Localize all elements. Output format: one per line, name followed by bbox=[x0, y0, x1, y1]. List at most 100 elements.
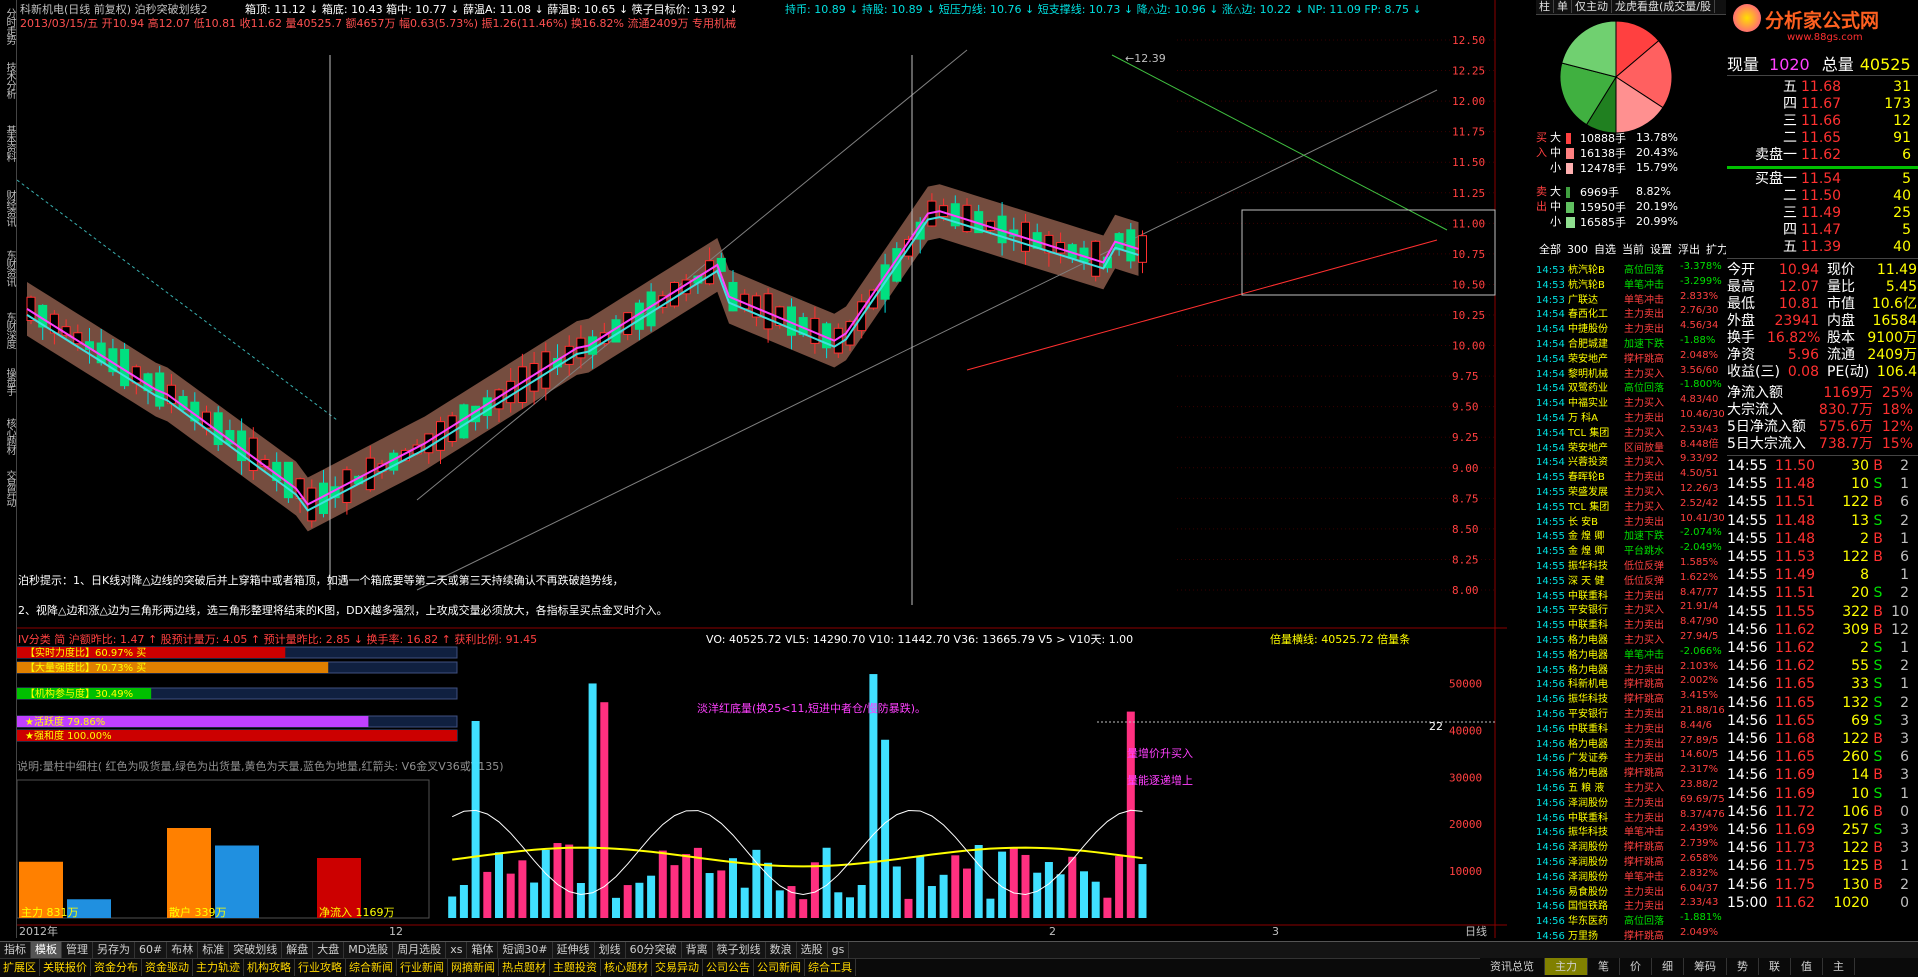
panel-tab[interactable]: 筹码 bbox=[1684, 958, 1727, 975]
extended-tab[interactable]: 行业新闻 bbox=[397, 959, 448, 976]
indicator-tab[interactable]: 60分突破 bbox=[626, 942, 682, 958]
panel-tab[interactable]: 值 bbox=[1791, 958, 1823, 975]
extended-tab[interactable]: 公司新闻 bbox=[754, 959, 805, 976]
order-book-row[interactable]: 买盘一 11.54 5 bbox=[1727, 171, 1918, 188]
ticker-row[interactable]: 14:55 格力电器 主力买入 27.94/5 bbox=[1536, 630, 1726, 646]
ticker-row[interactable]: 14:55 TCL 集团 主力买入 2.52/42 bbox=[1536, 497, 1726, 513]
indicator-tab[interactable]: xs bbox=[446, 942, 468, 958]
order-book-row[interactable]: 四 11.67 173 bbox=[1727, 96, 1918, 113]
ticker-row[interactable]: 14:56 科新机电 撑杆跳高 2.002% bbox=[1536, 674, 1726, 690]
ticker-row[interactable]: 14:54 春西化工 主力卖出 2.76/30 bbox=[1536, 304, 1726, 320]
ticker-row[interactable]: 14:54 兴蓉投资 主力买入 9.33/92 bbox=[1536, 452, 1726, 468]
ticker-row[interactable]: 14:53 杭汽轮B 单笔冲击 -3.299% bbox=[1536, 275, 1726, 291]
kline-chart[interactable]: 12.50 12.25 12.00 11.75 11.50 11.25 11.00 10.75… bbox=[17, 0, 1507, 938]
tape-menu-item[interactable]: 300 bbox=[1564, 243, 1591, 256]
indicator-tab[interactable]: 解盘 bbox=[282, 942, 314, 958]
ticker-row[interactable]: 14:55 中联重科 主力卖出 8.47/77 bbox=[1536, 586, 1726, 602]
extended-tab[interactable]: 关联报价 bbox=[40, 959, 91, 976]
ticker-row[interactable]: 14:54 中福实业 主力买入 4.83/40 bbox=[1536, 393, 1726, 409]
extended-tab[interactable]: 公司公告 bbox=[703, 959, 754, 976]
tape-menu-item[interactable]: 设置 bbox=[1647, 243, 1675, 256]
ticker-row[interactable]: 14:55 荣盛发展 主力买入 12.26/3 bbox=[1536, 482, 1726, 498]
tape-menu-item[interactable]: 扩力 bbox=[1703, 243, 1726, 256]
ticker-row[interactable]: 14:54 合肥城建 加速下跌 -1.88% bbox=[1536, 334, 1726, 350]
order-book-row[interactable]: 四 11.47 5 bbox=[1727, 222, 1918, 239]
indicator-tab[interactable]: 筷子划线 bbox=[713, 942, 766, 958]
extended-tab[interactable]: 资金分布 bbox=[91, 959, 142, 976]
indicator-tab[interactable]: 选股 bbox=[797, 942, 828, 958]
ticker-row[interactable]: 14:54 中捷股份 主力卖出 4.56/34 bbox=[1536, 319, 1726, 335]
ticker-row[interactable]: 14:56 华东医药 高位回落 -1.881% bbox=[1536, 911, 1726, 927]
ticker-row[interactable]: 14:56 中联重科 主力卖出 8.37/476 bbox=[1536, 808, 1726, 824]
extended-tab[interactable]: 行业攻略 bbox=[295, 959, 346, 976]
indicator-tab[interactable]: 数浪 bbox=[766, 942, 797, 958]
ticker-row[interactable]: 14:56 格力电器 主力卖出 27.89/5 bbox=[1536, 734, 1726, 750]
ticker-row[interactable]: 14:55 中联重科 主力卖出 8.47/90 bbox=[1536, 615, 1726, 631]
indicator-tab[interactable]: MD选股 bbox=[344, 942, 394, 958]
rail-tab[interactable]: 基本资料 bbox=[1, 125, 15, 161]
indicator-tab[interactable]: 周月选股 bbox=[393, 942, 447, 958]
panel-tab[interactable]: 主力 bbox=[1545, 958, 1588, 975]
rail-tab[interactable]: 操盘手 bbox=[1, 368, 15, 395]
indicator-tab[interactable]: 标准 bbox=[198, 942, 230, 958]
ticker-row[interactable]: 14:54 TCL 集团 主力买入 2.53/43 bbox=[1536, 423, 1726, 439]
ticker-row[interactable]: 14:54 荣安地产 撑杆跳高 2.048% bbox=[1536, 349, 1726, 365]
indicator-tab[interactable]: 箱体 bbox=[467, 942, 499, 958]
panel-tab[interactable]: 势 bbox=[1727, 958, 1759, 975]
indicator-tab[interactable]: 突破划线 bbox=[229, 942, 283, 958]
panel-tab[interactable]: 主 bbox=[1823, 958, 1855, 975]
tape-tab[interactable]: 柱 bbox=[1536, 0, 1554, 13]
extended-tab[interactable]: 机构攻略 bbox=[244, 959, 295, 976]
extended-tab[interactable]: 综合工具 bbox=[805, 959, 856, 976]
ticker-row[interactable]: 14:56 格力电器 撑杆跳高 2.317% bbox=[1536, 763, 1726, 779]
ticker-row[interactable]: 14:55 金 煌 卿加速下跌 -2.074% bbox=[1536, 526, 1726, 542]
indicator-tab[interactable]: 短调30# bbox=[498, 942, 553, 958]
extended-tab[interactable]: 扩展区 bbox=[0, 959, 40, 976]
ticker-row[interactable]: 14:56 五 粮 液主力买入 23.88/2 bbox=[1536, 778, 1726, 794]
ticker-row[interactable]: 14:55 长 安B 主力卖出 10.41/30 bbox=[1536, 512, 1726, 528]
extended-tab[interactable]: 主题投资 bbox=[550, 959, 601, 976]
ticker-row[interactable]: 14:56 易食股份 主力卖出 6.04/37 bbox=[1536, 882, 1726, 898]
panel-tab[interactable]: 资讯总览 bbox=[1480, 958, 1545, 975]
order-book-row[interactable]: 五 11.68 31 bbox=[1727, 79, 1918, 96]
rail-tab[interactable]: 东财资讯 bbox=[1, 250, 15, 286]
ticker-row[interactable]: 14:56 振华科技 单笔冲击 2.439% bbox=[1536, 822, 1726, 838]
rail-tab[interactable]: 东财深度 bbox=[1, 312, 15, 348]
ticker-row[interactable]: 14:54 黎明机械 主力买入 3.56/60 bbox=[1536, 364, 1726, 380]
indicator-tab[interactable]: 模板 bbox=[31, 942, 62, 958]
order-book-row[interactable]: 二 11.50 40 bbox=[1727, 188, 1918, 205]
tape-menu-item[interactable]: 自选 bbox=[1591, 243, 1619, 256]
tape-tab[interactable]: 龙虎看盘(成交量/股 bbox=[1612, 0, 1715, 13]
rail-tab[interactable]: 技术分析 bbox=[1, 62, 15, 98]
ticker-row[interactable]: 14:56 振华科技 撑杆跳高 3.415% bbox=[1536, 689, 1726, 705]
ticker-row[interactable]: 14:56 泽润股份 主力卖出 69.69/75 bbox=[1536, 793, 1726, 809]
indicator-tab[interactable]: 背离 bbox=[682, 942, 713, 958]
indicator-tab[interactable]: 大盘 bbox=[313, 942, 345, 958]
indicator-tab[interactable]: gs bbox=[828, 942, 850, 958]
tape-menu-item[interactable]: 浮出 bbox=[1675, 243, 1703, 256]
ticker-row[interactable]: 14:53 杭汽轮B 高位回落 -3.378% bbox=[1536, 260, 1726, 276]
ticker-row[interactable]: 14:55 春晖轮B 主力卖出 4.50/51 bbox=[1536, 467, 1726, 483]
rail-tab[interactable]: 分时走势 bbox=[1, 8, 15, 44]
tape-tab[interactable]: 仅主动 bbox=[1572, 0, 1612, 13]
ticker-row[interactable]: 14:55 振华科技 低位反弹 1.585% bbox=[1536, 556, 1726, 572]
extended-tab[interactable]: 主力轨迹 bbox=[193, 959, 244, 976]
panel-tab[interactable]: 联 bbox=[1759, 958, 1791, 975]
tape-tab[interactable]: 单 bbox=[1554, 0, 1572, 13]
panel-tab[interactable]: 笔 bbox=[1588, 958, 1620, 975]
extended-tab[interactable]: 资金驱动 bbox=[142, 959, 193, 976]
ticker-row[interactable]: 14:55 平安银行 主力买入 21.91/4 bbox=[1536, 600, 1726, 616]
indicator-tab[interactable]: 另存为 bbox=[93, 942, 135, 958]
ticker-row[interactable]: 14:55 格力电器 主力卖出 2.103% bbox=[1536, 660, 1726, 676]
ticker-row[interactable]: 14:54 万 科A 主力卖出 10.46/30 bbox=[1536, 408, 1726, 424]
tape-menu-item[interactable]: 当前 bbox=[1619, 243, 1647, 256]
order-book-row[interactable]: 卖盘一 11.62 6 bbox=[1727, 147, 1918, 164]
extended-tab[interactable]: 热点题材 bbox=[499, 959, 550, 976]
order-book-row[interactable]: 二 11.65 91 bbox=[1727, 130, 1918, 147]
panel-tab[interactable]: 细 bbox=[1652, 958, 1684, 975]
ticker-row[interactable]: 14:56 泽润股份 单笔冲击 2.832% bbox=[1536, 867, 1726, 883]
ticker-row[interactable]: 14:56 中联重科 主力卖出 8.44/6 bbox=[1536, 719, 1726, 735]
extended-tab[interactable]: 网摘新闻 bbox=[448, 959, 499, 976]
rail-tab[interactable]: 核心题材 bbox=[1, 418, 15, 454]
extended-tab[interactable]: 交易异动 bbox=[652, 959, 703, 976]
